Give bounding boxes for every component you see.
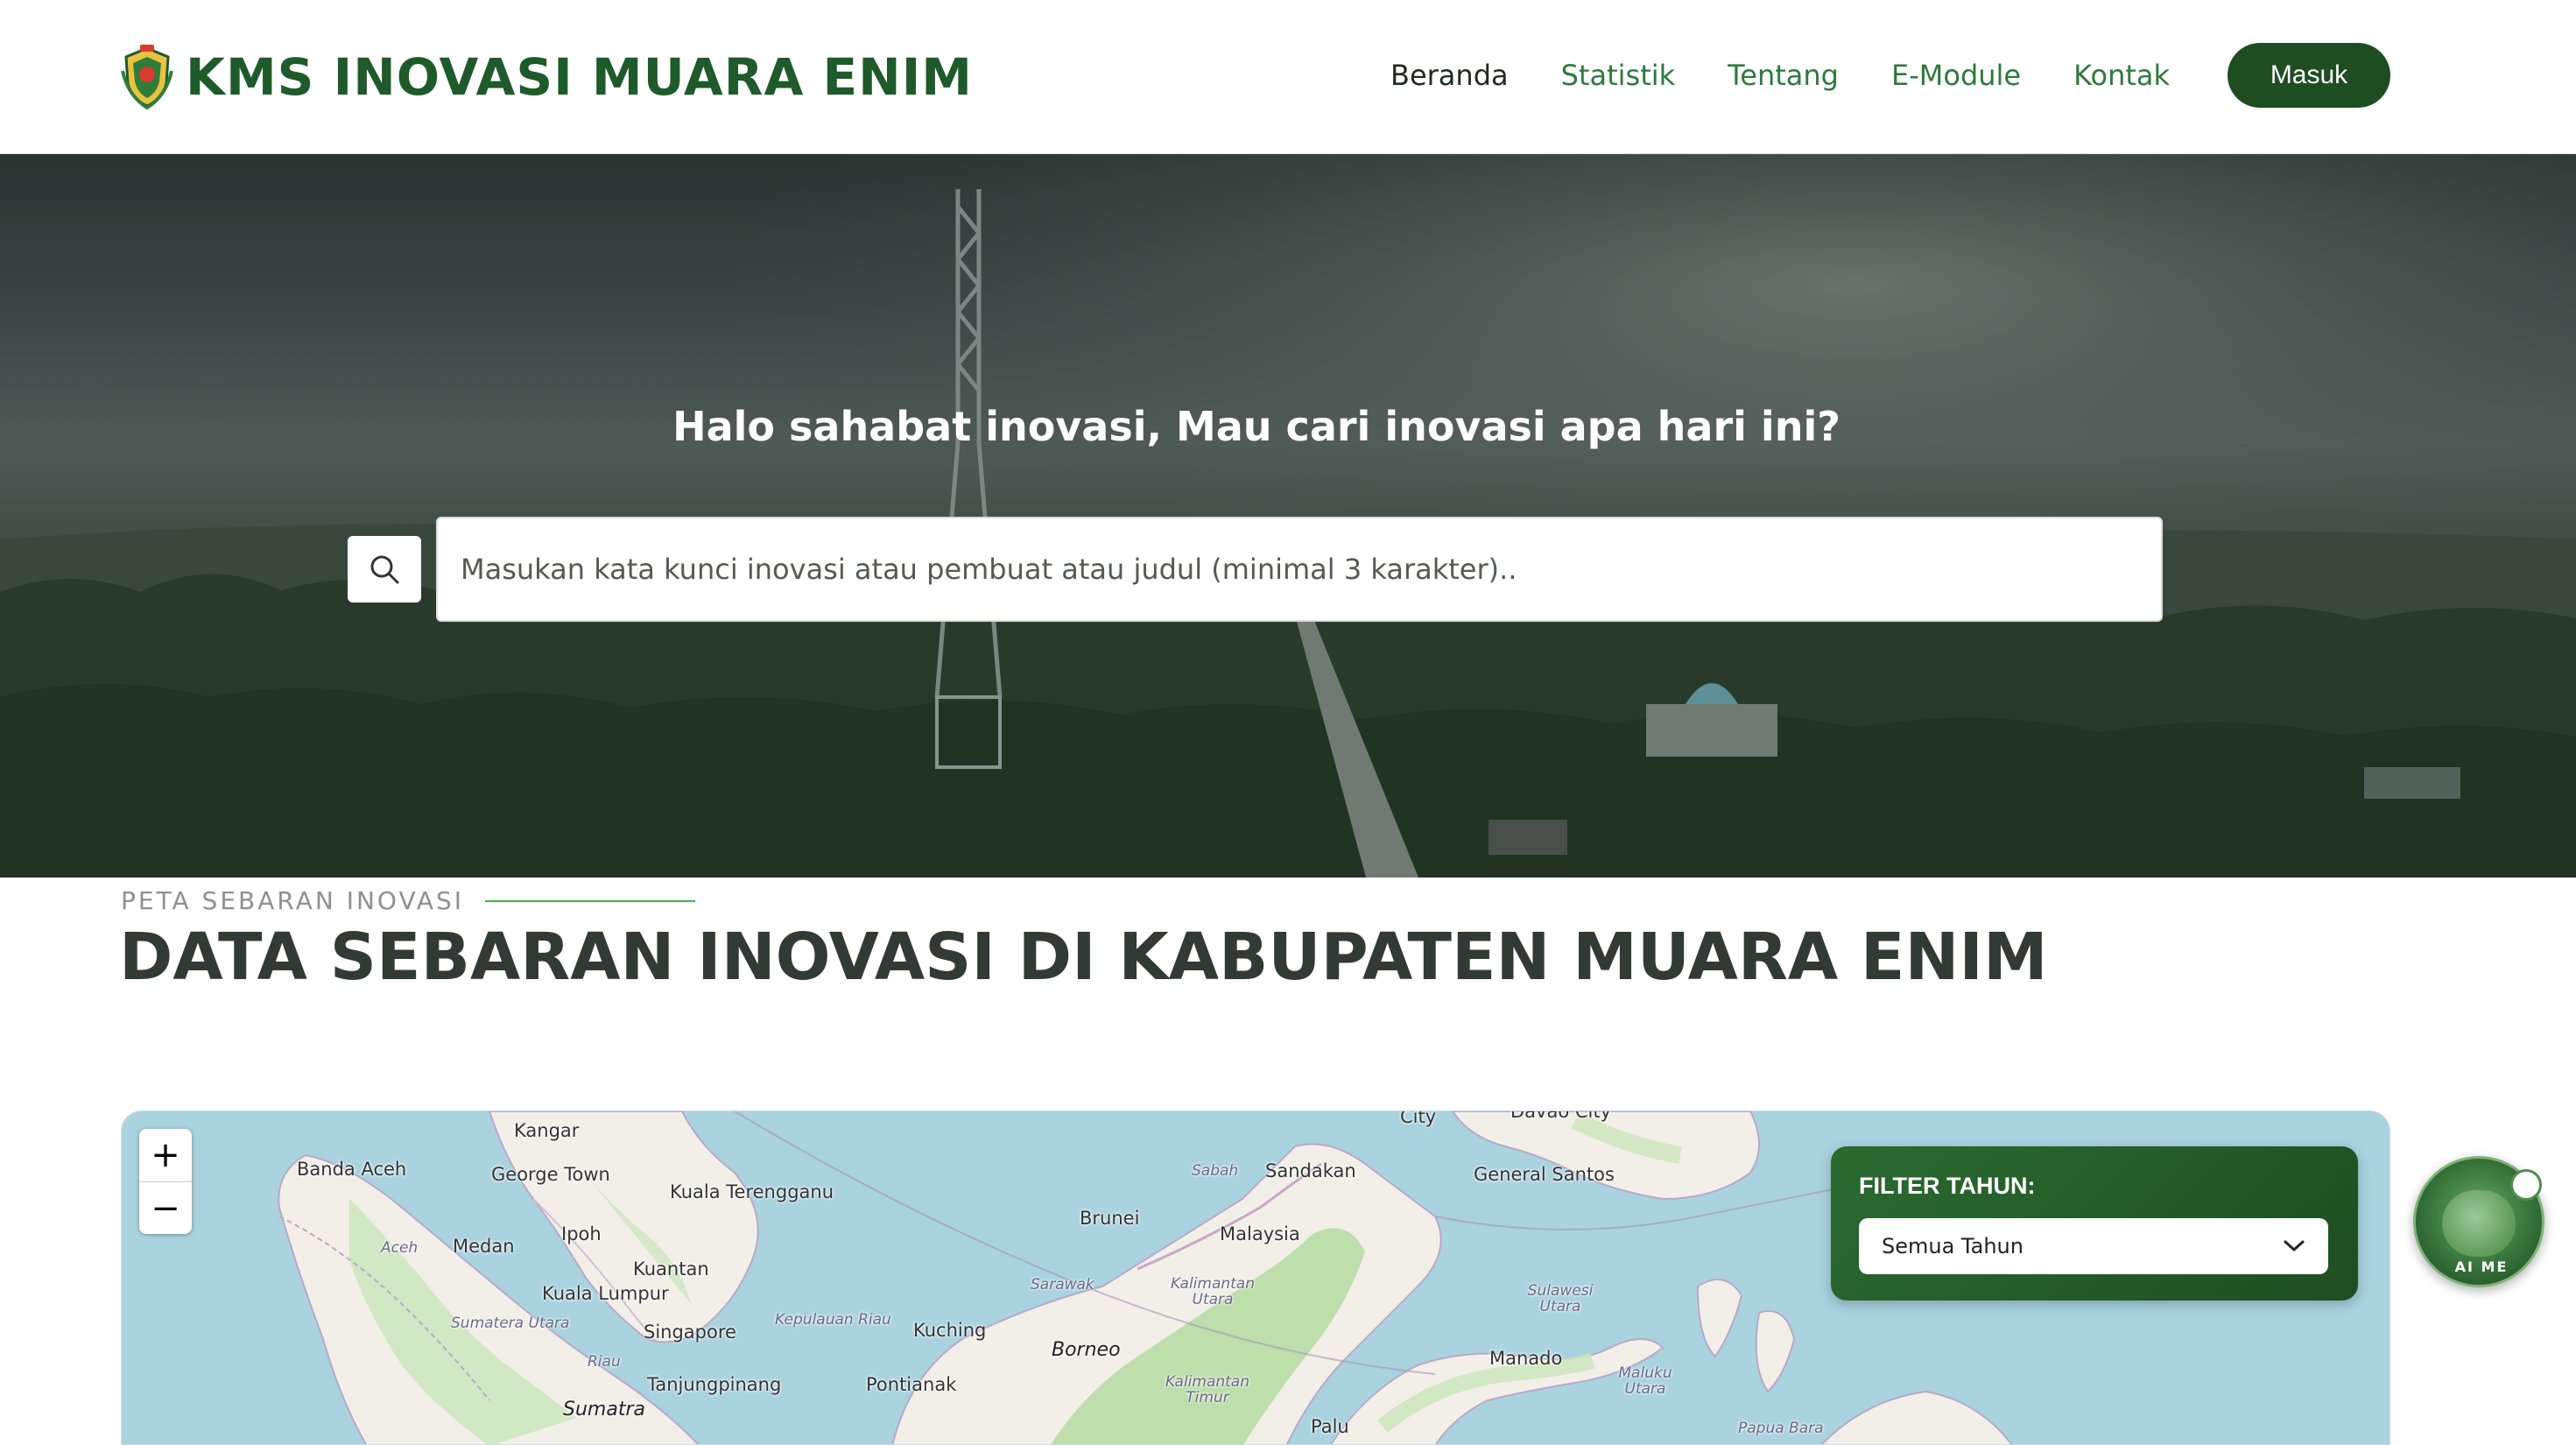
map-label-kuala-lumpur: Kuala Lumpur [542,1283,669,1304]
map-label-borneo: Borneo [1052,1339,1121,1361]
map-label-general-santos: General Santos [1474,1164,1615,1185]
map-label-aceh: Aceh [381,1239,419,1257]
section-kicker-text: PETA SEBARAN INOVASI [121,886,465,915]
map-label-sulawesi-utara: Sulawesi Utara [1527,1282,1594,1315]
map-label-kangar: Kangar [514,1120,580,1141]
section-kicker: PETA SEBARAN INOVASI [121,886,696,915]
map-label-kuching: Kuching [913,1320,987,1341]
section-title: DATA SEBARAN INOVASI DI KABUPATEN MUARA … [119,920,2048,995]
ai-me-label: AI ME [2454,1258,2509,1275]
nav-item-statistik[interactable]: Statistik [1561,59,1676,92]
map-label-medan: Medan [453,1236,515,1257]
zoom-out-button[interactable]: − [139,1181,192,1234]
nav-item-e-module[interactable]: E-Module [1891,59,2021,92]
map-label-ipoh: Ipoh [561,1223,602,1244]
map-label-singapore: Singapore [644,1322,736,1343]
map-label-kepulauan-riau: Kepulauan Riau [775,1311,891,1329]
brand[interactable]: KMS INOVASI MUARA ENIM [119,42,973,112]
map-label-davao-city: Davao City [1510,1110,1612,1122]
innovation-map[interactable]: Kangar Banda Aceh George Town Kuala Tere… [121,1110,2390,1445]
map-label-tanjungpinang: Tanjungpinang [647,1374,782,1395]
hero-background-image [0,154,2576,878]
map-label-kalimantan-timur: Kalimantan Timur [1165,1373,1249,1406]
map-label-city: City [1400,1110,1437,1127]
map-label-kuala-terengganu: Kuala Terengganu [670,1181,834,1202]
map-label-sabah: Sabah [1192,1162,1239,1180]
map-label-george-town: George Town [491,1164,610,1185]
nav-item-tentang[interactable]: Tentang [1728,59,1839,92]
map-label-sumatera-utara: Sumatera Utara [451,1315,570,1332]
chevron-down-icon [2284,1240,2305,1251]
ai-me-chat-button[interactable]: AI ME [2413,1156,2544,1287]
main-nav: Beranda Statistik Tentang E-Module Konta… [1390,44,2222,107]
map-label-brunei: Brunei [1080,1208,1140,1229]
brand-name: KMS INOVASI MUARA ENIM [186,47,973,107]
hero-title: Halo sahabat inovasi, Mau cari inovasi a… [672,403,1841,450]
login-button[interactable]: Masuk [2228,43,2390,108]
map-label-malaysia: Malaysia [1220,1223,1300,1244]
map-label-manado: Manado [1489,1348,1563,1369]
year-filter-select[interactable]: Semua Tahun [1859,1218,2328,1274]
map-label-maluku-utara: Maluku Utara [1618,1364,1672,1398]
zoom-in-button[interactable]: + [139,1129,192,1181]
search-button[interactable] [348,536,421,603]
year-filter-value: Semua Tahun [1882,1234,2023,1258]
map-label-kuantan: Kuantan [633,1258,709,1279]
map-label-palu: Palu [1311,1416,1349,1437]
search-input[interactable] [436,517,2163,622]
year-filter-label: FILTER TAHUN: [1859,1173,2036,1199]
nav-item-beranda[interactable]: Beranda [1390,59,1509,92]
map-label-papua-barat: Papua Bara [1738,1420,1824,1437]
year-filter-panel: FILTER TAHUN: Semua Tahun [1831,1146,2358,1300]
map-zoom-control: + − [139,1129,192,1234]
navbar: KMS INOVASI MUARA ENIM Beranda Statistik… [0,0,2576,154]
map-label-sumatra: Sumatra [563,1399,645,1420]
ai-me-status-indicator [2510,1169,2542,1201]
map-label-pontianak: Pontianak [866,1374,957,1395]
muara-enim-crest-icon [121,45,173,109]
ai-me-avatar-icon [2442,1190,2516,1257]
map-label-riau: Riau [588,1353,621,1371]
map-label-sandakan: Sandakan [1265,1160,1356,1181]
search-icon [370,555,399,584]
map-label-kalimantan-utara: Kalimantan Utara [1170,1275,1255,1308]
map-label-sarawak: Sarawak [1031,1276,1094,1293]
map-label-banda-aceh: Banda Aceh [297,1159,407,1180]
nav-item-kontak[interactable]: Kontak [2073,59,2170,92]
kicker-divider [485,899,696,902]
hero-banner: Halo sahabat inovasi, Mau cari inovasi a… [0,154,2576,878]
